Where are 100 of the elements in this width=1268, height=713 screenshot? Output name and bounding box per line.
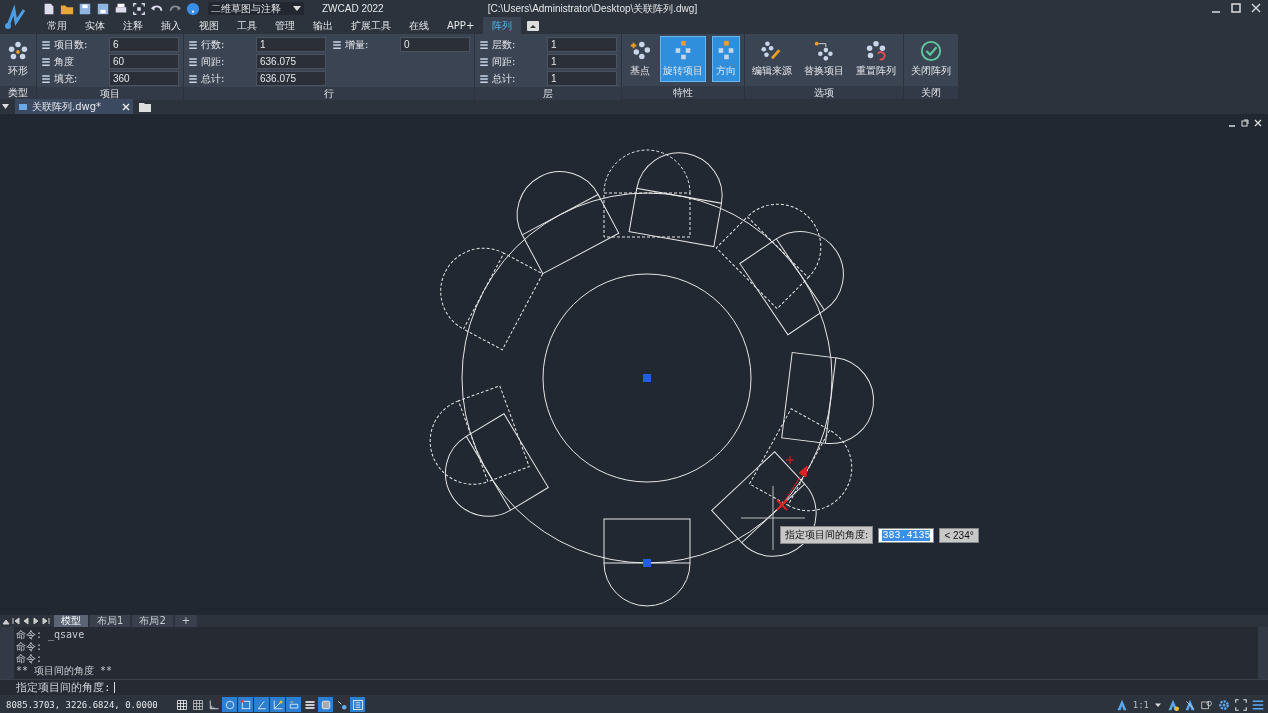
replace-item-icon bbox=[813, 40, 835, 62]
value-field[interactable]: 1 bbox=[547, 54, 617, 69]
file-path: [C:\Users\Administrator\Desktop\关联阵列.dwg] bbox=[487, 1, 698, 16]
value-field[interactable]: 1 bbox=[256, 37, 326, 52]
first-tab-icon[interactable] bbox=[12, 617, 20, 625]
zoom-extents-icon[interactable] bbox=[132, 1, 146, 16]
value-field[interactable]: 0 bbox=[400, 37, 470, 52]
field-label: 行数: bbox=[201, 37, 226, 52]
menu-tab[interactable]: APP+ bbox=[438, 17, 484, 34]
close-icon[interactable] bbox=[1250, 1, 1262, 14]
ribbon-button[interactable]: 替换项目 bbox=[801, 36, 847, 82]
grip-marker[interactable] bbox=[643, 374, 651, 382]
field-label: 增量: bbox=[345, 37, 370, 52]
check-circle-icon bbox=[920, 40, 942, 62]
bars-icon bbox=[479, 56, 489, 67]
bars-icon bbox=[479, 73, 489, 84]
object-snap-button[interactable] bbox=[238, 697, 253, 712]
auto-scale-icon bbox=[1184, 698, 1196, 711]
scale-readout[interactable]: 1:1 bbox=[1132, 699, 1149, 710]
menu-tab[interactable]: 视图 bbox=[190, 17, 228, 34]
ribbon-button[interactable]: 编辑来源 bbox=[749, 36, 795, 82]
layout-tab[interactable]: 布局1 bbox=[90, 615, 131, 627]
field-label: 总计: bbox=[492, 71, 517, 86]
layout-tab[interactable]: + bbox=[174, 615, 198, 627]
menu-tab[interactable]: 实体 bbox=[76, 17, 114, 34]
dynamic-input-button[interactable] bbox=[286, 697, 301, 712]
coordinates: 8085.3703, 3226.6824, 0.0000 bbox=[6, 699, 159, 710]
next-tab-icon[interactable] bbox=[32, 617, 40, 625]
tooltip-prompt: 指定项目间的角度: bbox=[780, 526, 874, 544]
ribbon-button[interactable]: 环形 bbox=[4, 36, 32, 82]
value-field[interactable]: 636.075 bbox=[256, 71, 326, 86]
scroll-bar[interactable] bbox=[1258, 627, 1268, 679]
polar-button[interactable] bbox=[222, 697, 237, 712]
panel-title: 项目 bbox=[37, 87, 183, 100]
caret-icon bbox=[293, 5, 301, 12]
maximize-icon[interactable] bbox=[1230, 1, 1242, 14]
app-title: ZWCAD 2022 bbox=[322, 3, 384, 14]
history-line: 命令: bbox=[16, 641, 44, 653]
panel-title: 类型 bbox=[0, 86, 36, 99]
field-label: 间距: bbox=[492, 54, 517, 69]
panel-title: 行 bbox=[184, 87, 474, 100]
bars-icon bbox=[188, 73, 198, 84]
restore-icon[interactable] bbox=[1241, 119, 1249, 127]
bars-icon bbox=[41, 73, 51, 84]
menu-tab[interactable]: 在线 bbox=[400, 17, 438, 34]
bars-icon bbox=[188, 39, 198, 50]
value-field[interactable]: 636.075 bbox=[256, 54, 326, 69]
snap-grid-button[interactable] bbox=[190, 697, 205, 712]
dynamic-ucs-button[interactable] bbox=[270, 697, 285, 712]
menu-tab[interactable]: 管理 bbox=[266, 17, 304, 34]
ribbon-button[interactable]: 基点 bbox=[626, 36, 654, 82]
history-line: 命令: _qsave bbox=[16, 629, 86, 641]
properties-button[interactable] bbox=[350, 697, 365, 712]
settings-icon bbox=[1218, 698, 1230, 711]
close-icon[interactable] bbox=[122, 102, 130, 111]
value-field[interactable]: 360 bbox=[109, 71, 179, 86]
link-icon bbox=[1201, 698, 1213, 711]
menu-tab[interactable]: 注释 bbox=[114, 17, 152, 34]
layout-tab[interactable]: 布局2 bbox=[132, 615, 173, 627]
menu-tab[interactable]: 插入 bbox=[152, 17, 190, 34]
printer-icon[interactable] bbox=[114, 1, 128, 16]
menu-tab[interactable]: 阵列 bbox=[483, 17, 522, 34]
bars-icon bbox=[41, 56, 51, 67]
close-icon[interactable] bbox=[1254, 119, 1262, 127]
value-field[interactable]: 1 bbox=[547, 37, 617, 52]
grip-marker[interactable] bbox=[643, 559, 651, 567]
document-tab[interactable]: 关联阵列.dwg* bbox=[15, 99, 133, 114]
save-as-icon[interactable] bbox=[96, 1, 110, 16]
layout-tab[interactable]: 模型 bbox=[54, 615, 88, 627]
menu-tab[interactable]: 常用 bbox=[38, 17, 76, 34]
save-icon[interactable] bbox=[78, 1, 92, 16]
last-tab-icon[interactable] bbox=[42, 617, 50, 625]
menu-tab[interactable]: 输出 bbox=[304, 17, 342, 34]
new-file-icon[interactable] bbox=[42, 1, 56, 16]
panel-title: 特性 bbox=[622, 86, 744, 99]
history-line: 命令: bbox=[16, 653, 44, 665]
field-label: 项目数: bbox=[54, 37, 89, 52]
ribbon-button[interactable]: 重置阵列 bbox=[853, 36, 899, 82]
command-prompt: 指定项目间的角度: bbox=[16, 680, 111, 695]
value-field[interactable]: 60 bbox=[109, 54, 179, 69]
menu-tab[interactable]: 工具 bbox=[228, 17, 266, 34]
edit-source-icon bbox=[761, 40, 783, 62]
previous-tab-icon[interactable] bbox=[22, 617, 30, 625]
field-label: 间距: bbox=[201, 54, 226, 69]
file-icon bbox=[18, 101, 28, 112]
tracking-button[interactable] bbox=[254, 697, 269, 712]
help-icon[interactable] bbox=[186, 1, 200, 16]
grid-button[interactable] bbox=[174, 697, 189, 712]
value-field[interactable]: 1 bbox=[547, 71, 617, 86]
collapse-ribbon-icon[interactable] bbox=[527, 20, 540, 31]
menu-tab[interactable]: 扩展工具 bbox=[342, 17, 400, 34]
ribbon-button[interactable]: 关闭阵列 bbox=[908, 36, 954, 82]
new-tab-icon[interactable] bbox=[139, 101, 151, 112]
workspace-dropdown[interactable]: 二维草图与注释 bbox=[208, 2, 304, 15]
field-label: 层数: bbox=[492, 37, 517, 52]
angle-readout: < 234° bbox=[939, 527, 980, 543]
annotation-scale-icon bbox=[1115, 698, 1128, 711]
scroll-up-icon[interactable] bbox=[2, 617, 10, 625]
value-field[interactable]: 6 bbox=[109, 37, 179, 52]
bars-icon bbox=[188, 56, 198, 67]
